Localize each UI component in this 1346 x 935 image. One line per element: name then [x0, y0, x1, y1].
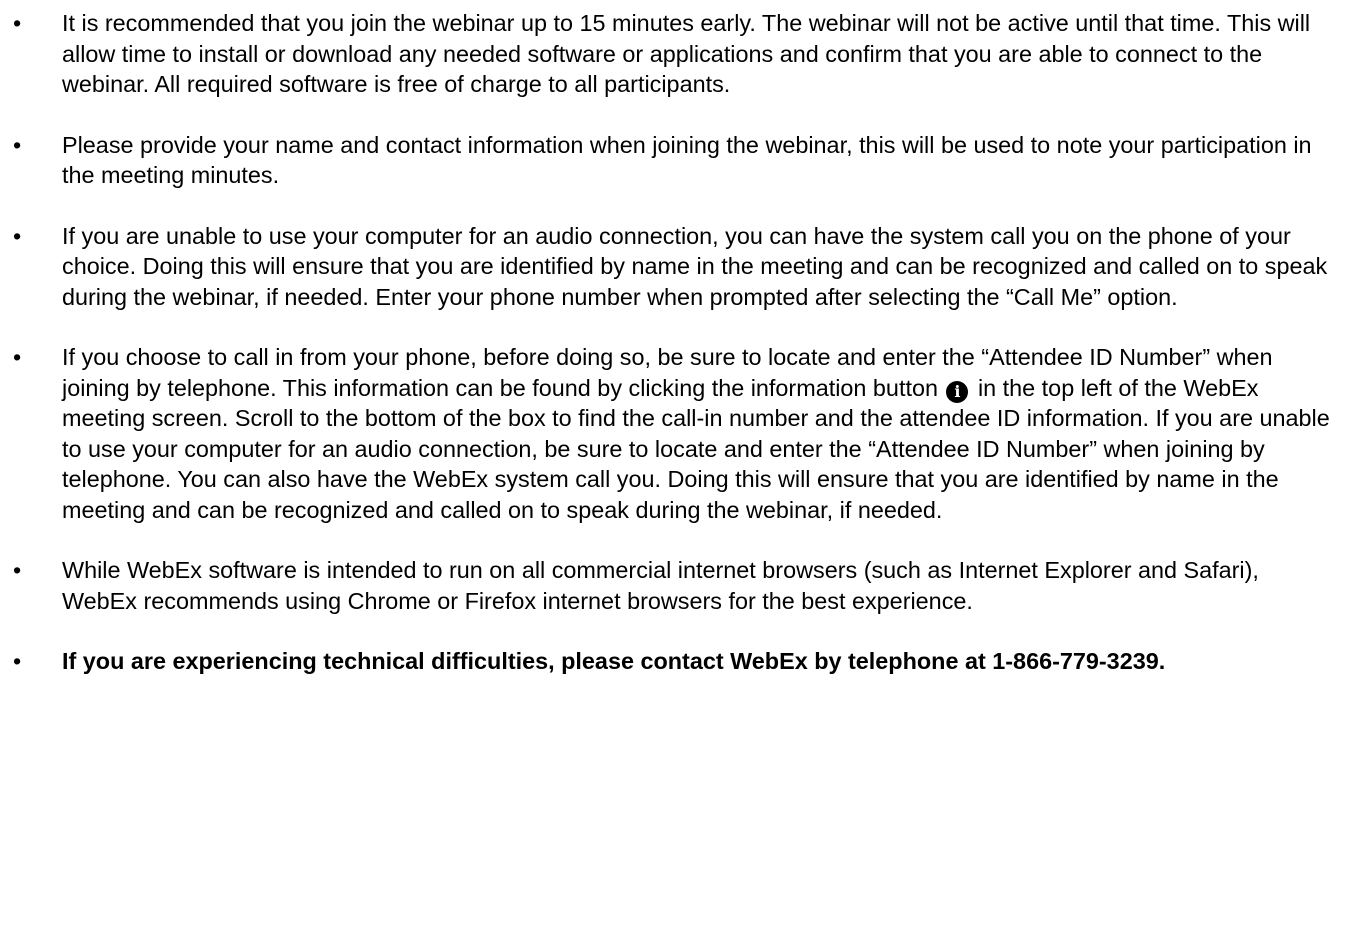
list-item-text: If you are unable to use your computer f… [62, 222, 1328, 310]
list-item: • While WebEx software is intended to ru… [0, 555, 1346, 616]
bullet-marker: • [13, 131, 22, 158]
list-item: • If you choose to call in from your pho… [0, 342, 1346, 525]
list-item-text: While WebEx software is intended to run … [62, 557, 1259, 614]
list-item: • If you are experiencing technical diff… [0, 646, 1346, 677]
bullet-marker: • [13, 10, 22, 36]
list-item-text: It is recommended that you join the webi… [62, 10, 1311, 97]
bullet-list: • It is recommended that you join the we… [0, 8, 1346, 707]
list-item: • It is recommended that you join the we… [0, 8, 1346, 100]
bullet-marker: • [13, 344, 22, 370]
list-item: • If you are unable to use your computer… [0, 221, 1346, 313]
bullet-marker: • [13, 648, 22, 674]
bullet-marker: • [13, 222, 22, 249]
bullet-marker: • [13, 557, 22, 583]
list-item-text: Please provide your name and contact inf… [62, 131, 1312, 189]
support-contact-text: If you are experiencing technical diffic… [62, 648, 1166, 674]
list-item: • Please provide your name and contact i… [0, 130, 1346, 191]
info-icon: i [946, 380, 969, 403]
list-item-text: If you choose to call in from your phone… [62, 342, 1338, 525]
